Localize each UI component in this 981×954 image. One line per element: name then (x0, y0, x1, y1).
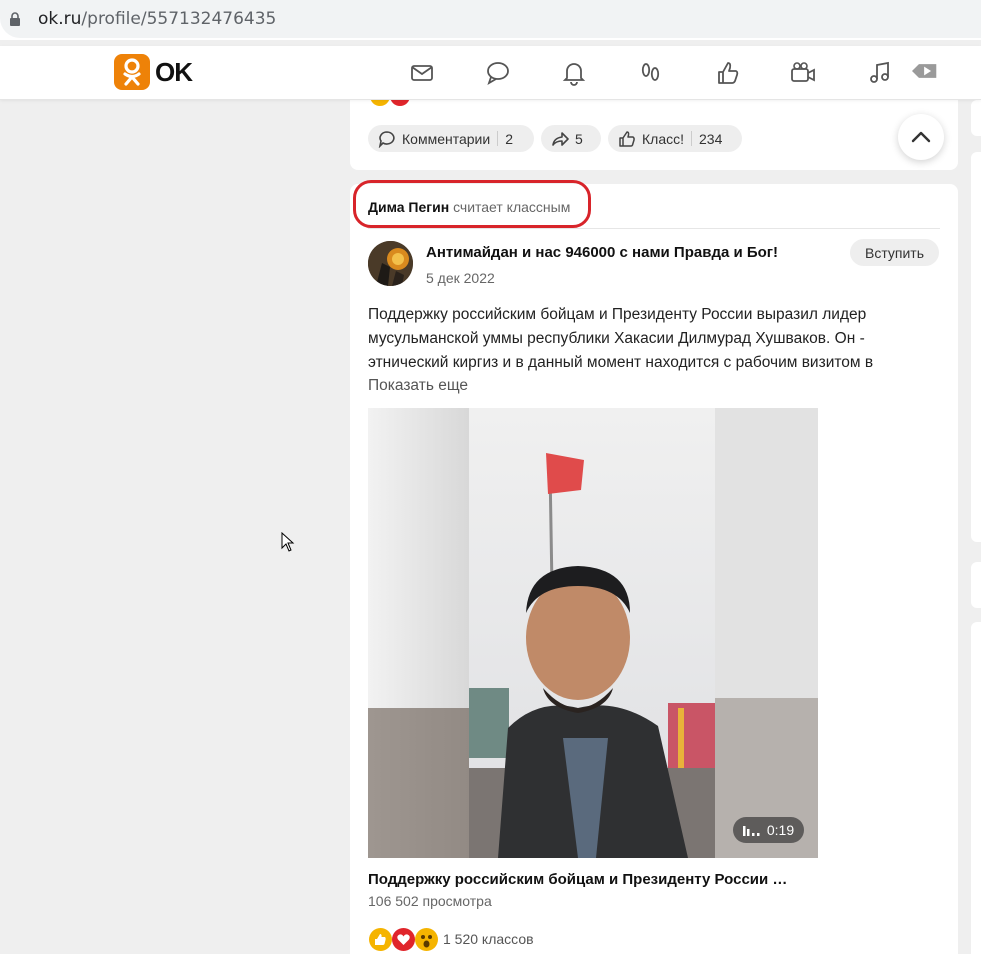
video-play-icon[interactable] (912, 58, 938, 84)
url-path: /profile/557132476435 (81, 9, 277, 29)
browser-address-bar[interactable]: ok.ru/profile/557132476435 (0, 0, 981, 40)
lock-icon (10, 12, 20, 26)
right-column-fragment (971, 100, 981, 136)
like-button[interactable]: Класс! 234 (608, 125, 742, 152)
wow-reaction-icon (415, 928, 438, 951)
join-group-button[interactable]: Вступить (850, 239, 939, 266)
share-count: 5 (575, 130, 583, 147)
audio-bars-icon (742, 826, 760, 836)
post-date[interactable]: 5 дек 2022 (426, 270, 495, 286)
divider (368, 228, 940, 229)
group-avatar[interactable] (368, 241, 413, 286)
footprints-icon[interactable] (638, 60, 664, 86)
mail-icon[interactable] (409, 60, 435, 86)
like-reaction-icon (369, 928, 392, 951)
music-icon[interactable] (867, 60, 893, 86)
heart-reaction-icon (392, 928, 415, 951)
video-duration-badge: 0:19 (733, 817, 804, 843)
right-column-fragment (971, 152, 981, 542)
comments-button[interactable]: Комментарии 2 (368, 125, 534, 152)
mouse-cursor-icon (281, 532, 295, 552)
chat-icon[interactable] (485, 60, 511, 86)
like-count: 234 (699, 130, 723, 147)
like-icon[interactable] (715, 60, 741, 86)
url-host: ok.ru (38, 9, 82, 29)
chevron-up-icon (911, 131, 931, 143)
url-text: ok.ru/profile/557132476435 (38, 9, 276, 29)
comments-count: 2 (505, 130, 513, 147)
separator (691, 131, 692, 146)
group-title[interactable]: Антимайдан и нас 946000 с нами Правда и … (426, 244, 778, 261)
video-player[interactable] (368, 408, 818, 858)
post-reactions[interactable]: 1 520 классов (368, 928, 608, 952)
video-views: 106 502 просмотра (368, 893, 492, 909)
bell-icon[interactable] (561, 60, 587, 86)
logo-text[interactable]: OK (155, 57, 193, 88)
video-title[interactable]: Поддержку российским бойцам и Президенту… (368, 871, 787, 888)
share-icon (552, 131, 569, 146)
video-camera-icon[interactable] (790, 60, 816, 86)
post-text: Поддержку российским бойцам и Президенту… (368, 306, 874, 371)
video-duration: 0:19 (766, 822, 795, 838)
right-column-fragment (971, 622, 981, 954)
comment-icon (378, 130, 395, 148)
show-more-link[interactable]: Показать еще (368, 377, 468, 395)
share-button[interactable]: 5 (541, 125, 601, 152)
right-column-fragment (971, 562, 981, 608)
comments-label: Комментарии (402, 130, 491, 147)
thumb-up-icon (619, 130, 635, 147)
reactions-count: 1 520 классов (443, 931, 534, 947)
scroll-to-top-button[interactable] (898, 114, 944, 160)
ok-logo-icon[interactable] (114, 54, 150, 90)
video-thumbnail (368, 408, 818, 858)
site-header: OK (0, 46, 981, 100)
annotation-highlight (353, 180, 591, 228)
separator (497, 131, 499, 146)
like-label: Класс! (642, 130, 684, 147)
